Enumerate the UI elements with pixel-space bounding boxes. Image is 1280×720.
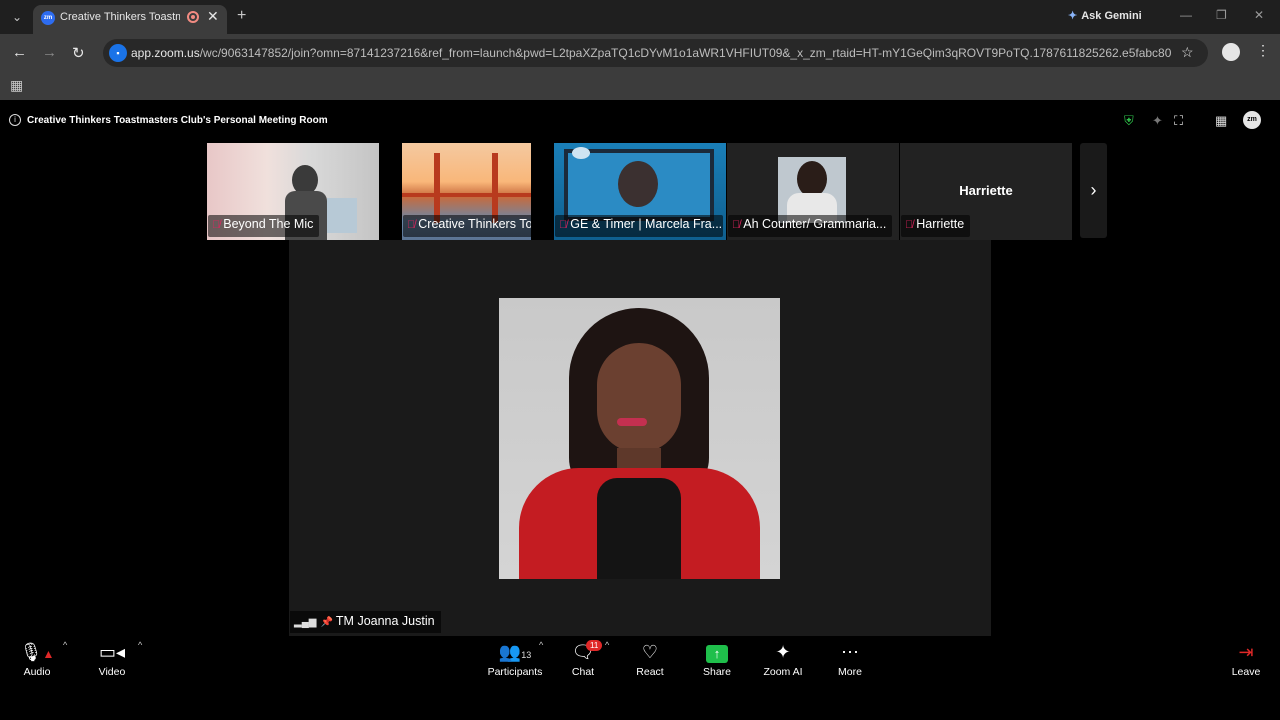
zoom-ai-button[interactable]: ✦ Zoom AI [748,640,818,686]
muted-mic-icon: 🎙̸ [905,219,914,231]
chat-label: Chat [571,666,595,678]
heart-icon: ♡ [641,642,659,662]
muted-mic-icon: 🎙̸ [407,219,416,231]
participant-name: 🎙̸ GE & Timer | Marcela Fra... [555,215,723,237]
pin-icon: 📌 [320,617,333,628]
ai-sparkle-icon[interactable]: ✦ [1152,113,1163,129]
participant-name-text: Beyond The Mic [223,217,314,231]
forward-arrow-icon[interactable]: → [42,44,57,61]
meeting-header: i Creative Thinkers Toastmasters Club's … [0,100,1280,140]
url-path: /wc/9063147852/join?omn=87141237216&ref_… [199,46,1171,60]
ai-sparkle-icon: ✦ [775,642,791,662]
new-tab-plus-icon[interactable]: + [237,7,246,25]
chat-unread-badge: 11 [586,640,603,651]
more-dots-icon: ⋯ [841,642,859,662]
participant-display-name: Harriette [959,183,1013,198]
leave-button[interactable]: ⇥ Leave [1211,640,1280,686]
layout-icon[interactable]: ▦ [1215,113,1227,129]
bookmarks-bar: ▦ [0,72,1280,100]
zoom-app-icon[interactable]: zm [1243,111,1261,129]
ask-gemini-button[interactable]: ✦ Ask Gemini [1068,9,1142,22]
profile-avatar-icon[interactable] [1222,43,1240,61]
info-icon[interactable]: i [9,114,21,126]
restore-icon[interactable]: ❐ [1216,8,1227,22]
audio-options-caret-icon[interactable]: ^ [63,640,67,650]
leave-door-icon: ⇥ [1238,642,1254,662]
security-shield-icon[interactable]: ⛨ [1124,113,1134,129]
participant-name-text: Creative Thinkers Toastm... [418,217,531,231]
react-button[interactable]: ♡ React [615,640,685,686]
audio-label: Audio [23,666,51,678]
ask-gemini-label: Ask Gemini [1081,10,1142,22]
url-host: app.zoom.us [131,46,200,60]
tab-title: Creative Thinkers Toastmasters [60,11,180,23]
browser-tabbar: ⌄ zm Creative Thinkers Toastmasters ✕ + … [0,0,1280,34]
participants-count: 13 [521,650,532,660]
recording-icon [187,11,199,23]
share-button[interactable]: ↑ Share [682,640,752,686]
share-arrow-icon: ↑ [682,640,752,664]
share-label: Share [702,666,732,678]
speaker-name-text: TM Joanna Justin [335,614,435,628]
participant-name-text: GE & Timer | Marcela Fra... [570,217,723,231]
next-page-chevron-icon[interactable]: › [1080,143,1107,238]
video-button[interactable]: ▭◂ Video [77,640,147,686]
participant-name-text: Harriette [916,217,965,231]
room-title: Creative Thinkers Toastmasters Club's Pe… [27,115,328,126]
meeting-toolbar: 🎙▲ Audio ^ ▭◂ Video ^ 👥13 Participants ^… [0,636,1280,720]
participants-label: Participants [487,666,543,678]
tab-search-chevron-icon[interactable]: ⌄ [8,8,26,26]
participant-name-text: Ah Counter/ Grammaria... [743,217,887,231]
back-arrow-icon[interactable]: ← [12,44,27,61]
participant-name: 🎙̸ Ah Counter/ Grammaria... [728,215,893,237]
react-label: React [636,666,664,678]
video-label: Video [98,666,126,678]
participant-strip: 🎙̸Beyond The Mic 🎙̸Creative Thinkers Toa… [207,143,1107,240]
url-text[interactable]: app.zoom.us/wc/9063147852/join?omn=87141… [131,46,1171,60]
video-camera-icon: ▭◂ [98,642,126,662]
browser-tab[interactable]: zm Creative Thinkers Toastmasters ✕ [33,5,227,34]
address-bar-row: ← → ↻ ▪ app.zoom.us/wc/9063147852/join?o… [0,34,1280,72]
chat-options-caret-icon[interactable]: ^ [605,640,609,650]
reload-icon[interactable]: ↻ [72,44,85,62]
speaker-name-label: ▂▄▆ 📌 TM Joanna Justin [290,611,441,633]
gemini-sparkle-icon: ✦ [1068,10,1078,22]
signal-bars-icon: ▂▄▆ [294,617,317,628]
participant-tile[interactable]: Harriette 🎙̸ Harriette [900,143,1072,240]
leave-label: Leave [1231,666,1261,678]
participant-tile[interactable]: 🎙̸ Beyond The Mic [207,143,379,240]
participants-options-caret-icon[interactable]: ^ [539,640,543,650]
more-label: More [838,666,862,678]
bookmark-star-icon[interactable]: ☆ [1181,44,1194,61]
apps-grid-icon[interactable]: ▦ [10,77,23,94]
participant-name: 🎙̸Creative Thinkers Toastm... [403,215,531,237]
audio-button[interactable]: 🎙▲ Audio [2,640,72,686]
participant-tile[interactable]: 🎙̸Creative Thinkers Toastm... [402,143,531,240]
zoom-favicon-icon: zm [41,11,55,25]
muted-mic-icon: 🎙̸ [212,219,221,231]
muted-microphone-icon: 🎙▲ [19,642,55,662]
participant-tile[interactable]: 🎙̸ Ah Counter/ Grammaria... [727,143,899,240]
minimize-icon[interactable]: — [1180,8,1192,22]
zoom-ai-label: Zoom AI [763,666,803,678]
more-button[interactable]: ⋯ More [815,640,885,686]
muted-mic-icon: 🎙̸ [732,219,741,231]
muted-mic-icon: 🎙̸ [559,219,568,231]
omnibox[interactable]: ▪ app.zoom.us/wc/9063147852/join?omn=871… [103,39,1208,67]
speaker-profile-photo [499,298,780,579]
browser-menu-icon[interactable]: ⋮ [1256,42,1270,59]
view-toggle-icon[interactable]: ⛶ [1174,113,1183,129]
tab-close-icon[interactable]: ✕ [207,8,219,25]
video-options-caret-icon[interactable]: ^ [138,640,142,650]
site-camera-icon[interactable]: ▪ [109,44,127,62]
active-speaker-area: ▂▄▆ 📌 TM Joanna Justin [289,240,991,636]
participant-name: 🎙̸ Harriette [901,215,971,237]
close-window-icon[interactable]: ✕ [1254,8,1264,22]
participant-tile[interactable]: 🎙̸ GE & Timer | Marcela Fra... [554,143,726,240]
participant-name: 🎙̸ Beyond The Mic [208,215,320,237]
